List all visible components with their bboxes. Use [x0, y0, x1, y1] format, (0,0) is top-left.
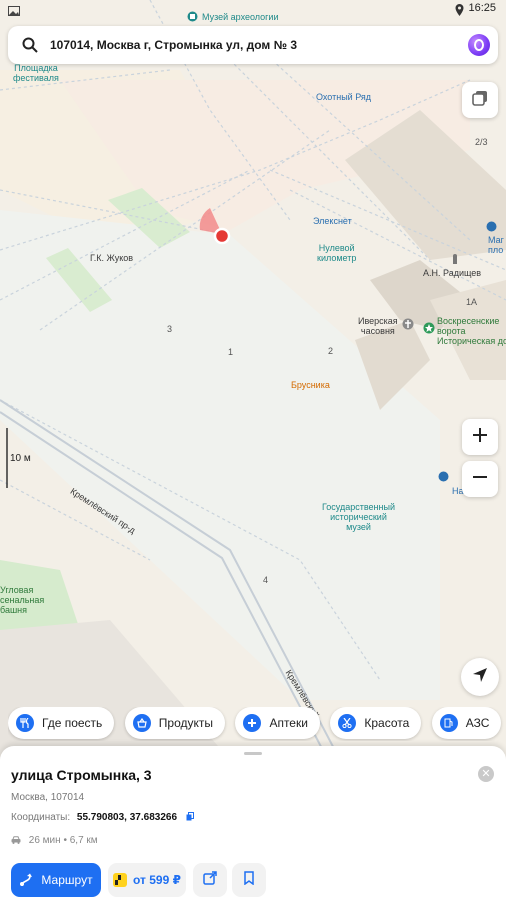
map-label-voskresenskie[interactable]: Воскресенские ворота Историческая дос: [437, 316, 506, 346]
my-location-button[interactable]: [461, 658, 499, 696]
house-number-3: 3: [167, 324, 173, 334]
map-label-eleksnet[interactable]: Элекснет: [313, 216, 352, 226]
close-button[interactable]: ✕: [478, 766, 494, 782]
copy-icon[interactable]: [186, 812, 194, 824]
alice-assistant-icon[interactable]: [468, 34, 490, 56]
car-icon: [11, 836, 21, 847]
map-base: [0, 0, 506, 760]
map-label-arsenal-tower[interactable]: Угловая сенальная башня: [0, 585, 44, 615]
place-title: улица Стромынка, 3: [11, 767, 152, 783]
chip-gas-stations[interactable]: АЗС: [431, 707, 502, 739]
search-icon[interactable]: [22, 37, 38, 58]
map-label-magnit[interactable]: Маг пло: [488, 235, 504, 255]
map-label-festival-square[interactable]: Площадка фестиваля: [13, 63, 59, 83]
map-label-okhotny-ryad[interactable]: Охотный Ряд: [316, 92, 371, 102]
share-button[interactable]: [193, 863, 227, 897]
sheet-drag-handle[interactable]: [244, 752, 262, 755]
place-coordinates: Координаты: 55.790803, 37.683266: [11, 812, 194, 824]
status-time: 16:25: [468, 2, 496, 14]
location-marker-icon: [199, 208, 231, 245]
category-chips: Где поесть Продукты Аптеки Красота АЗС: [8, 707, 506, 741]
scissors-icon: [338, 714, 357, 732]
house-number-4: 4: [263, 575, 269, 585]
house-number-1a: 1А: [466, 297, 478, 307]
map-label-brusnika[interactable]: Брусника: [291, 380, 330, 390]
map-label-historical-museum[interactable]: Государственный исторический музей: [322, 502, 395, 532]
fork-knife-icon: [16, 714, 34, 732]
status-bar: 16:25: [0, 0, 506, 18]
bookmark-icon: [243, 870, 255, 890]
route-button[interactable]: Маршрут: [11, 863, 101, 897]
zoom-in-button[interactable]: [462, 419, 498, 455]
place-card[interactable]: улица Стромынка, 3 ✕ Москва, 107014 Коор…: [0, 746, 506, 900]
route-icon: [19, 873, 33, 887]
map-label-zhukov[interactable]: Г.К. Жуков: [90, 253, 133, 263]
house-number-2: 2: [328, 346, 334, 356]
close-icon: ✕: [481, 768, 491, 780]
navigation-arrow-icon: [471, 666, 489, 689]
floor-indicator: 2/3: [475, 137, 488, 147]
house-number-1: 1: [228, 347, 234, 357]
image-notification-icon: [8, 3, 20, 21]
map-label-zero-km[interactable]: Нулевой километр: [317, 243, 356, 263]
plus-icon: [243, 714, 262, 732]
coords-value[interactable]: 55.790803, 37.683266: [77, 812, 177, 823]
layers-icon: [471, 89, 489, 112]
search-input[interactable]: 107014, Москва г, Стромынка ул, дом № 3: [50, 38, 297, 52]
fuel-icon: [439, 714, 458, 732]
bookmark-button[interactable]: [232, 863, 266, 897]
basket-icon: [132, 714, 151, 732]
taxi-button[interactable]: от 599 ₽: [108, 863, 186, 897]
chip-groceries[interactable]: Продукты: [124, 707, 225, 739]
chip-beauty[interactable]: Красота: [330, 707, 422, 739]
minus-icon: [471, 468, 489, 491]
travel-eta: 26 мин • 6,7 км: [11, 835, 98, 847]
location-status-icon: [455, 3, 464, 21]
map-label-iverskaya[interactable]: Иверская часовня: [358, 316, 398, 336]
coords-label: Координаты:: [11, 812, 71, 823]
chip-pharmacies[interactable]: Аптеки: [235, 707, 320, 739]
scale-label: 10 м: [10, 453, 31, 464]
map-label-radishchev[interactable]: А.Н. Радищев: [423, 268, 481, 278]
chip-where-to-eat[interactable]: Где поесть: [8, 707, 115, 739]
zoom-out-button[interactable]: [462, 461, 498, 497]
plus-icon: [471, 426, 489, 449]
place-address: Москва, 107014: [11, 792, 85, 803]
yandex-taxi-icon: [113, 873, 128, 887]
search-bar[interactable]: 107014, Москва г, Стромынка ул, дом № 3: [8, 26, 498, 64]
share-icon: [203, 870, 217, 890]
layers-button[interactable]: [462, 82, 498, 118]
map-canvas[interactable]: Музей археологии Площадка фестиваля Охотн…: [0, 0, 506, 760]
